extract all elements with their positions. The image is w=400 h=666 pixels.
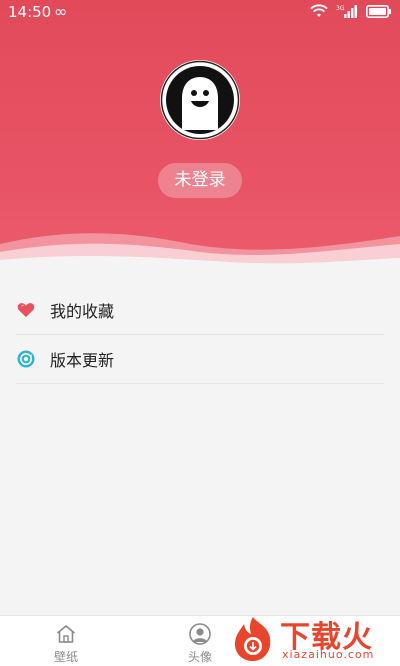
status-bar: 14:50 ∞ 3G — [0, 0, 400, 24]
profile-header: 14:50 ∞ 3G 未登录 — [0, 0, 400, 266]
profile-screen: 14:50 ∞ 3G 未登录 我的收藏 版本更新 壁纸 头像 下载火 xiaza… — [0, 0, 400, 666]
network-label: 3G — [336, 5, 345, 12]
watermark-url: xiazaihuo.com — [282, 648, 375, 661]
home-icon — [56, 625, 76, 643]
avatar[interactable] — [160, 60, 240, 140]
person-icon — [189, 623, 211, 645]
tab-wallpaper-label: 壁纸 — [53, 650, 78, 664]
wifi-icon — [310, 4, 328, 18]
menu-list: 我的收藏 版本更新 — [0, 266, 400, 384]
menu-item-favorites[interactable]: 我的收藏 — [16, 286, 384, 335]
status-icons: 3G — [310, 4, 392, 18]
header-wave — [0, 233, 400, 266]
smiley-ghost-icon — [160, 60, 240, 140]
flame-logo-icon — [234, 617, 271, 661]
tab-wallpaper[interactable]: 壁纸 — [31, 622, 101, 665]
battery-icon — [366, 4, 392, 18]
login-button[interactable]: 未登录 — [158, 163, 242, 198]
tab-avatar-label: 头像 — [187, 650, 212, 664]
heart-icon — [16, 300, 36, 320]
status-time: 14:50 — [8, 3, 52, 21]
refresh-eye-icon — [16, 349, 36, 369]
tab-avatar[interactable]: 头像 — [165, 622, 235, 665]
signal-icon: 3G — [336, 4, 358, 18]
menu-item-update[interactable]: 版本更新 — [16, 335, 384, 384]
menu-item-label: 我的收藏 — [50, 302, 115, 321]
menu-item-label: 版本更新 — [50, 351, 115, 370]
infinity-icon: ∞ — [54, 2, 68, 21]
watermark: 下载火 xiazaihuo.com — [228, 612, 394, 664]
